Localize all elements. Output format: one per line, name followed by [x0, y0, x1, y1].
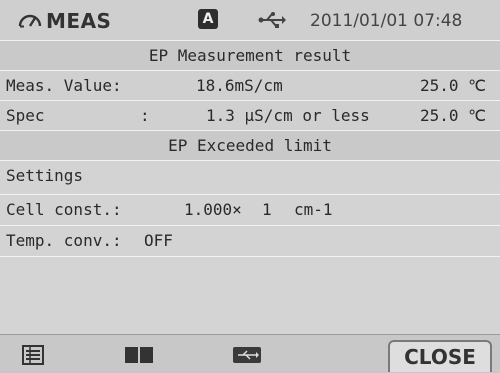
gauge-icon — [18, 14, 42, 28]
spec-value: 1.3 μS/cm or less — [206, 106, 370, 125]
cell-constant-value: 1.000× — [184, 200, 242, 219]
list-icon[interactable] — [22, 345, 44, 365]
status-bar: MEAS A 2011/01/01 07:48 — [0, 0, 500, 40]
cell-constant-label: Cell const.: — [6, 200, 122, 219]
auto-mode-badge: A — [198, 9, 218, 29]
empty-area — [0, 256, 500, 334]
screen-title: EP Measurement result — [0, 40, 500, 70]
temp-conversion-row: Temp. conv.: OFF — [0, 225, 500, 255]
settings-heading: Settings — [6, 166, 84, 185]
usb-icon — [258, 12, 286, 28]
close-button[interactable]: CLOSE — [388, 340, 492, 372]
cell-constant-unit: cm-1 — [294, 200, 333, 219]
cell-constant-row: Cell const.: 1.000× 1 cm-1 — [0, 194, 500, 224]
measured-value-label: Meas. Value: — [6, 76, 122, 95]
settings-heading-row: Settings — [0, 160, 500, 190]
spec-temperature: 25.0 ℃ — [420, 106, 487, 125]
measured-value-row: Meas. Value: 18.6mS/cm 25.0 ℃ — [0, 70, 500, 100]
usb-connect-icon[interactable] — [232, 345, 262, 365]
cell-constant-factor: 1 — [262, 200, 272, 219]
temp-conversion-value: OFF — [144, 231, 173, 250]
measured-value: 18.6mS/cm — [196, 76, 283, 95]
limit-alert: EP Exceeded limit — [0, 130, 500, 160]
meas-result-screen: MEAS A 2011/01/01 07:48 EP Measurement r… — [0, 0, 500, 373]
book-icon[interactable] — [124, 345, 154, 365]
temp-conversion-label: Temp. conv.: — [6, 231, 122, 250]
spec-label: Spec — [6, 106, 45, 125]
spec-colon: : — [140, 106, 150, 125]
measured-temperature: 25.0 ℃ — [420, 76, 487, 95]
datetime-display: 2011/01/01 07:48 — [310, 11, 463, 31]
spec-row: Spec : 1.3 μS/cm or less 25.0 ℃ — [0, 100, 500, 130]
mode-label: MEAS — [46, 9, 112, 33]
